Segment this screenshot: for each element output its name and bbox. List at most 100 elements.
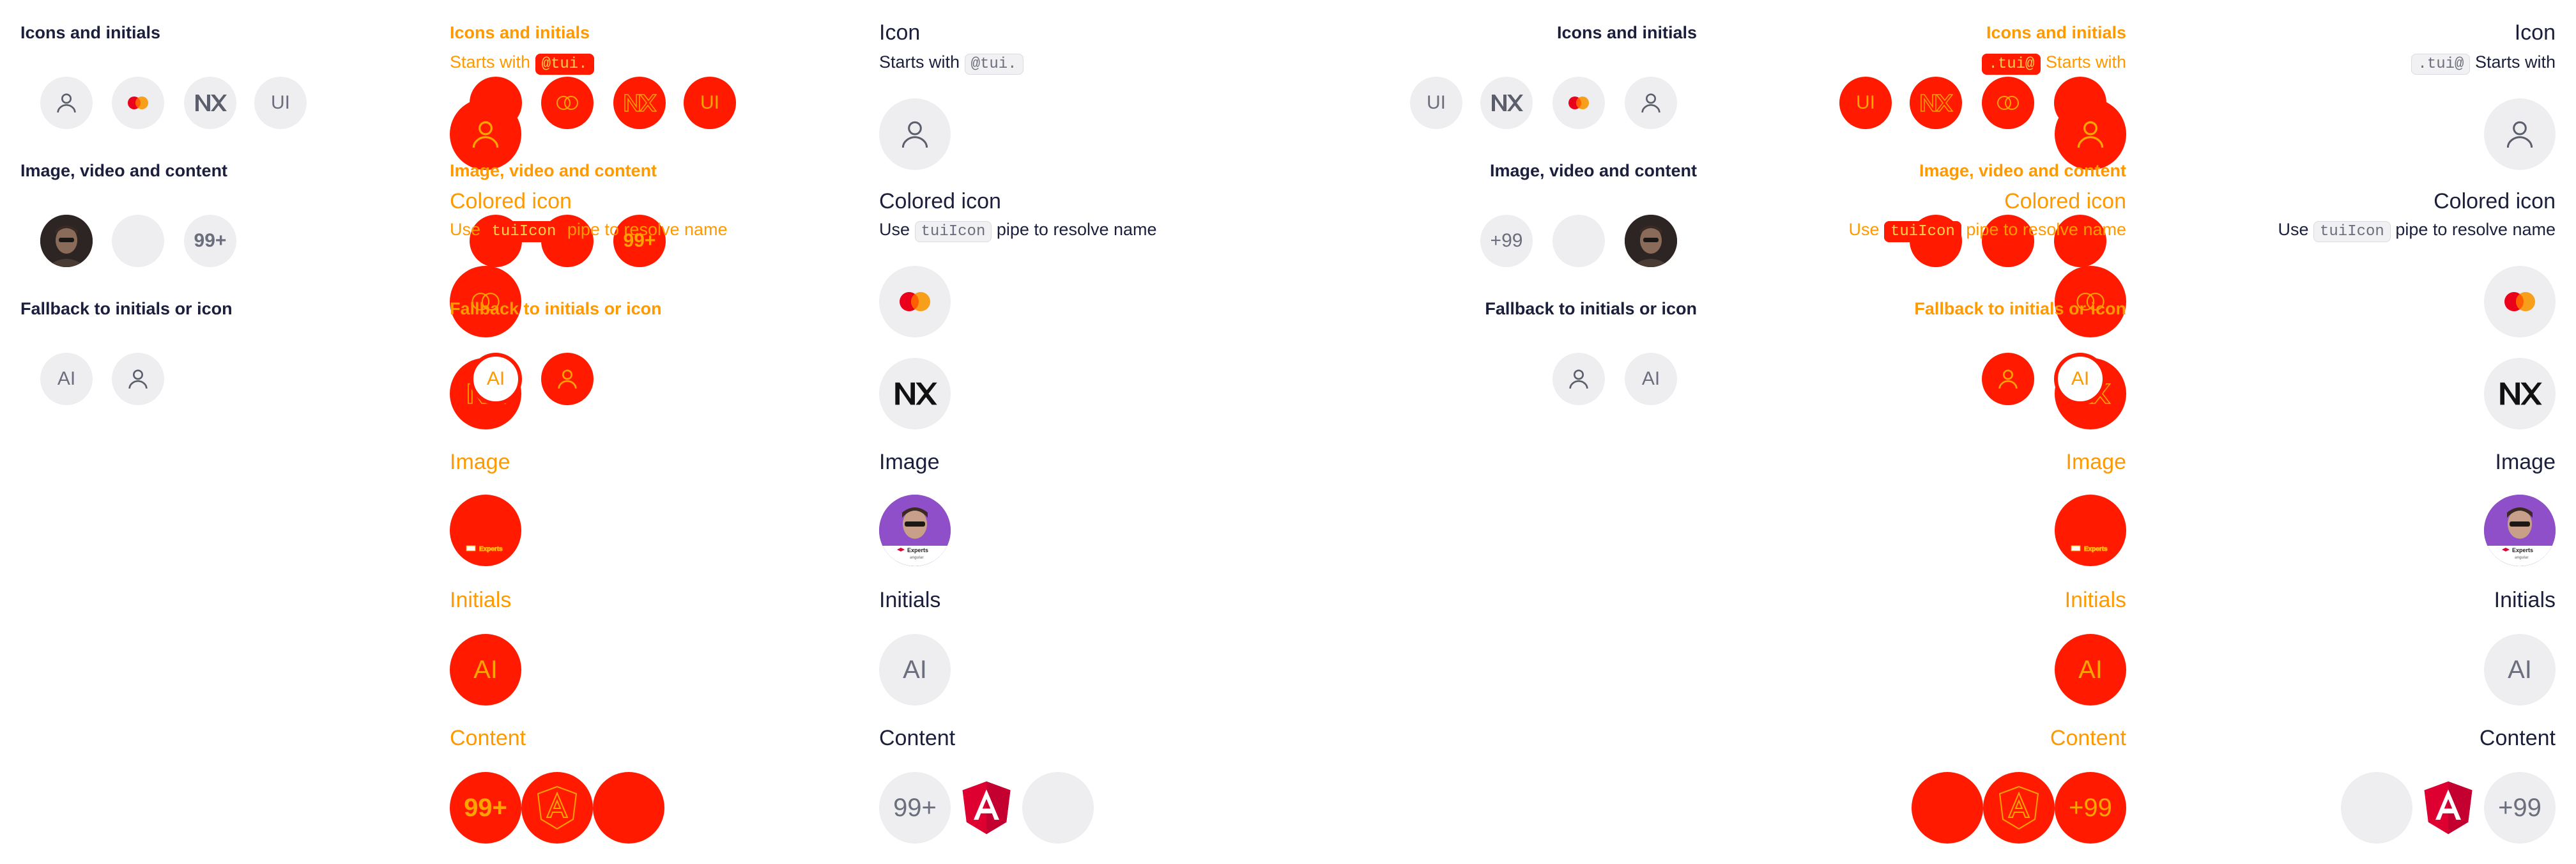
starts-with-text: Starts with xyxy=(2045,52,2126,72)
avatar-image-large: Experts angular xyxy=(2484,495,2556,566)
pipe-code: tuiIcon xyxy=(2313,221,2391,242)
mastercard-icon xyxy=(1568,96,1589,109)
overlay-starts-with: Starts with @tui. xyxy=(450,52,594,75)
angular-icon xyxy=(1998,785,2039,830)
pipe-code: tuiIcon xyxy=(1884,221,1961,242)
angular-icon xyxy=(537,785,578,830)
overlay-image-title: Image xyxy=(450,450,510,474)
initials-text: UI xyxy=(1856,92,1875,113)
svg-text:Experts: Experts xyxy=(2084,546,2108,553)
svg-text:Experts: Experts xyxy=(2512,547,2533,553)
tui-code: @tui. xyxy=(535,54,594,75)
portrait-image: Experts angular xyxy=(2484,495,2556,566)
overlay-title-icons: Icons and initials xyxy=(1986,23,2126,42)
user-icon xyxy=(472,121,499,148)
overlay-initials-avatar: AI xyxy=(2055,634,2126,706)
overlay-content-count: +99 xyxy=(2055,772,2126,844)
starts-with-row: .tui@ Starts with xyxy=(2411,52,2556,75)
user-icon xyxy=(1998,369,2018,389)
overlay-content-angular xyxy=(1983,772,2055,844)
avatar-count: +99 xyxy=(1480,215,1533,267)
nx-icon xyxy=(895,382,937,405)
user-icon xyxy=(128,369,148,389)
avatar-initials-ui: UI xyxy=(1410,77,1462,129)
initials-title: Initials xyxy=(2494,588,2556,612)
avatar-content-count: 99+ xyxy=(879,772,951,844)
user-icon xyxy=(901,121,928,148)
overlay-image-title: Image xyxy=(2066,450,2127,474)
pipe-code: tuiIcon xyxy=(914,221,992,242)
avatar-nx-large xyxy=(879,358,951,429)
overlay-avatar-fallback-icon xyxy=(541,353,594,405)
overlay-image-avatar: Experts xyxy=(450,495,521,566)
overlay-large-user xyxy=(2055,98,2126,170)
section-title-icons: Icons and initials xyxy=(1556,23,1697,42)
use-pipe-row: Use tuiIcon pipe to resolve name xyxy=(2278,220,2556,242)
nx-icon xyxy=(2500,382,2542,405)
section-title-image: Image, video and content xyxy=(20,161,228,180)
mastercard-icon xyxy=(900,292,930,311)
portrait-image xyxy=(1625,215,1677,267)
overlay-use-pipe: Use tuiIcon pipe to resolve name xyxy=(1848,220,2126,242)
avatar-fallback-initials: AI xyxy=(1625,353,1677,405)
overlay-avatar-fallback-icon xyxy=(1982,353,2034,405)
nx-icon xyxy=(195,95,227,111)
avatar-content-angular xyxy=(951,772,1022,844)
avatar-mastercard-large xyxy=(2484,266,2556,337)
overlay-avatar-1: UI xyxy=(1839,77,1892,129)
panel-overlay-rtl: Icons and initials .tui@ Starts with UI … xyxy=(1717,0,2147,864)
overlay-title-image: Image, video and content xyxy=(450,161,657,180)
avatar-mastercard-icon xyxy=(112,77,164,129)
overlay-avatar-fallback-ai: AI xyxy=(470,353,522,405)
avatar-user-large xyxy=(879,98,951,170)
count-text: 99+ xyxy=(464,793,507,822)
user-icon xyxy=(2077,121,2104,148)
portrait-image xyxy=(40,215,93,267)
count-text: 99+ xyxy=(893,793,937,822)
content-title: Content xyxy=(879,726,956,750)
overlay-starts-with: .tui@ Starts with xyxy=(1982,52,2126,75)
overlay-avatar-3 xyxy=(613,77,666,129)
panel-big-ltr: Icon Starts with @tui. Colored icon Use … xyxy=(859,0,1288,864)
nx-icon xyxy=(1920,94,1953,112)
starts-with-row: Starts with @tui. xyxy=(879,52,1023,75)
overlay-avatar-2 xyxy=(1910,77,1962,129)
angular-icon xyxy=(2424,781,2472,835)
overlay-content-title: Content xyxy=(450,726,526,750)
avatar-content-empty xyxy=(2341,772,2412,844)
use-text: Use xyxy=(2278,220,2309,239)
overlay-content-empty xyxy=(593,772,664,844)
overlay-initials-title: Initials xyxy=(450,588,512,612)
experts-logo-icon: Experts xyxy=(466,545,503,553)
panel-overlay-ltr: Icons and initials Starts with @tui. UI … xyxy=(429,0,859,864)
initials-text: AI xyxy=(2078,655,2103,684)
avatar-empty xyxy=(112,215,164,267)
avatar-user-icon xyxy=(1625,77,1677,129)
initials-text: AI xyxy=(2071,368,2090,389)
overlay-initials-avatar: AI xyxy=(450,634,521,706)
starts-with-text: Starts with xyxy=(450,52,531,72)
icon-title: Icon xyxy=(2514,20,2556,45)
mastercard-icon xyxy=(2504,292,2535,311)
colored-icon-title: Colored icon xyxy=(2434,189,2556,213)
tui-code: .tui@ xyxy=(2411,54,2471,75)
svg-text:Experts: Experts xyxy=(907,547,928,553)
initials-text: UI xyxy=(700,92,719,113)
avatar-nx-icon xyxy=(184,77,236,129)
overlay-content-count: 99+ xyxy=(450,772,521,844)
portrait-image: Experts angular xyxy=(879,495,951,566)
pipe-text: pipe to resolve name xyxy=(1966,220,2126,239)
avatar-photo xyxy=(1625,215,1677,267)
avatar-photo xyxy=(40,215,93,267)
avatar-fallback-initials: AI xyxy=(40,353,93,405)
initials-text: AI xyxy=(473,655,498,684)
overlay-title-fallback: Fallback to initials or icon xyxy=(450,299,662,318)
panel-small-ltr: Icons and initials UI Image, video and c… xyxy=(0,0,429,864)
panel-small-rtl: Icons and initials UI Image, video and c… xyxy=(1288,0,1717,864)
overlay-initials-title: Initials xyxy=(2064,588,2126,612)
count-text: +99 xyxy=(1490,230,1523,251)
overlay-content-angular xyxy=(521,772,593,844)
initials-title: Initials xyxy=(879,588,941,612)
svg-text:angular: angular xyxy=(2515,556,2529,560)
user-icon xyxy=(57,93,76,113)
